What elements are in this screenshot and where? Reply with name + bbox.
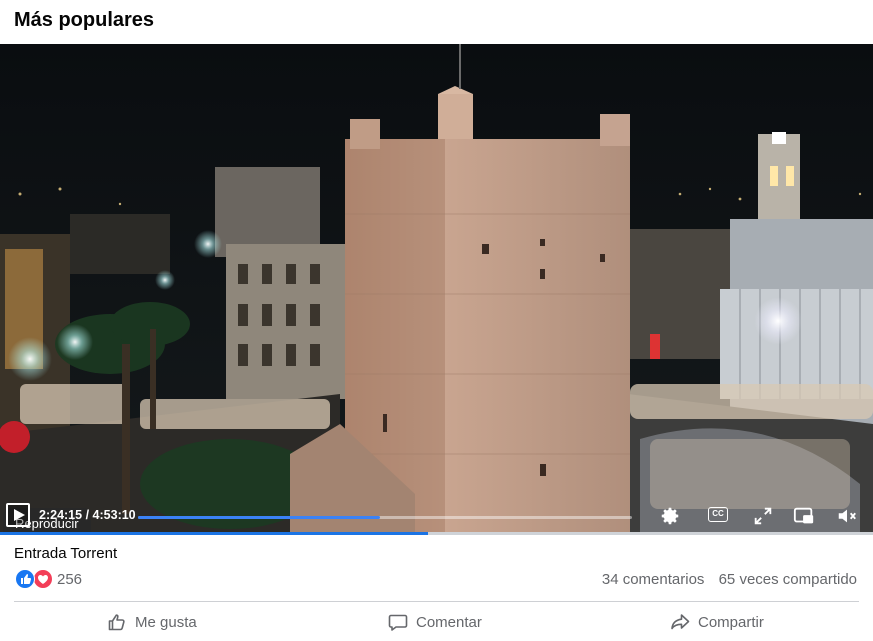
seek-bar[interactable]: [138, 516, 632, 519]
comment-button[interactable]: Comentar: [388, 611, 482, 633]
like-button[interactable]: Me gusta: [107, 611, 197, 633]
video-progress-strip: [0, 532, 873, 535]
comment-label: Comentar: [416, 613, 482, 631]
love-reaction-icon: [33, 569, 53, 589]
shares-count-link[interactable]: 65 veces compartido: [719, 571, 857, 588]
video-frame: [0, 44, 873, 534]
thumbs-up-icon: [108, 614, 125, 631]
fullscreen-icon[interactable]: [752, 505, 774, 527]
share-icon: [671, 614, 690, 630]
section-title: Más populares: [14, 9, 155, 31]
share-button[interactable]: Compartir: [670, 611, 764, 633]
video-progress-strip-fill: [0, 532, 428, 535]
like-reaction-icon: [15, 569, 35, 589]
post-title[interactable]: Entrada Torrent: [14, 545, 117, 562]
current-time: 2:24:15: [39, 508, 83, 522]
time-separator: /: [85, 508, 90, 522]
volume-muted-icon[interactable]: [836, 505, 858, 527]
settings-icon[interactable]: [659, 505, 681, 527]
captions-icon[interactable]: CC: [708, 507, 728, 522]
video-controls: 2:24:15 / 4:53:10 CC: [0, 499, 873, 534]
seek-bar-played: [138, 516, 381, 519]
divider: [14, 601, 859, 602]
miniplayer-icon[interactable]: [793, 505, 815, 527]
share-label: Compartir: [698, 613, 764, 631]
like-label: Me gusta: [135, 613, 197, 631]
captions-label: CC: [712, 509, 724, 518]
reaction-count: 256: [57, 571, 83, 588]
video-player[interactable]: Reproducir 2:24:15 / 4:53:10 CC: [0, 44, 873, 534]
play-icon: [14, 509, 25, 521]
time-display: 2:24:15 / 4:53:10: [39, 508, 136, 522]
comment-icon: [388, 614, 408, 631]
duration: 4:53:10: [92, 508, 136, 522]
comments-count-link[interactable]: 34 comentarios: [602, 571, 705, 588]
play-button[interactable]: [6, 503, 30, 527]
post-stats: 34 comentarios 65 veces compartido: [592, 571, 857, 588]
